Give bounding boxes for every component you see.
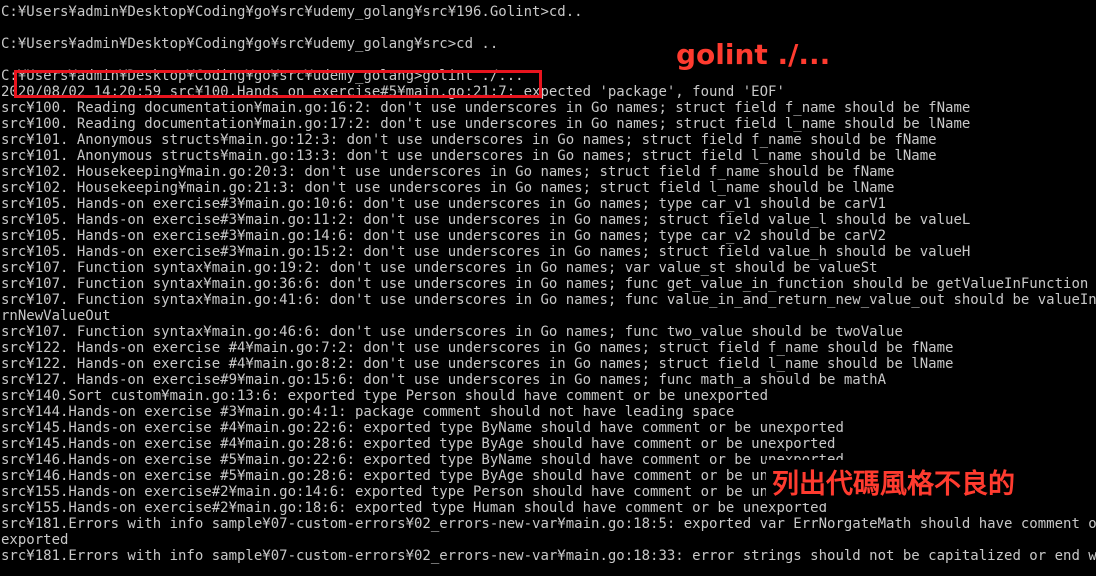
terminal-line: C:¥Users¥admin¥Desktop¥Coding¥go¥src¥ude… <box>1 36 499 52</box>
command-annotation-label: golint ./... <box>676 38 831 71</box>
terminal-line: src¥101. Anonymous structs¥main.go:12:3:… <box>1 132 937 148</box>
terminal-line: src¥100. Reading documentation¥main.go:1… <box>1 116 971 132</box>
terminal-line: src¥100. Reading documentation¥main.go:1… <box>1 100 971 116</box>
terminal-line: src¥145.Hands-on exercise #4¥main.go:28:… <box>1 436 836 452</box>
terminal-line: src¥105. Hands-on exercise#3¥main.go:14:… <box>1 228 887 244</box>
terminal-line: C:¥Users¥admin¥Desktop¥Coding¥go¥src¥ude… <box>1 4 583 20</box>
terminal-line: rnNewValueOut <box>1 308 111 324</box>
terminal-line: src¥122. Hands-on exercise #4¥main.go:7:… <box>1 340 954 356</box>
terminal-line: src¥107. Function syntax¥main.go:46:6: d… <box>1 324 903 340</box>
terminal-line: src¥107. Function syntax¥main.go:41:6: d… <box>1 292 1096 308</box>
terminal-line: src¥101. Anonymous structs¥main.go:13:3:… <box>1 148 937 164</box>
terminal-line: src¥105. Hands-on exercise#3¥main.go:10:… <box>1 196 887 212</box>
style-note-annotation-label: 列出代碼風格不良的 <box>766 460 1021 503</box>
terminal-line: src¥105. Hands-on exercise#3¥main.go:15:… <box>1 244 971 260</box>
terminal-line: src¥145.Hands-on exercise #4¥main.go:22:… <box>1 420 844 436</box>
terminal-line: src¥102. Housekeeping¥main.go:20:3: don'… <box>1 164 895 180</box>
terminal-line: exported <box>1 532 69 548</box>
terminal-line: src¥122. Hands-on exercise #4¥main.go:8:… <box>1 356 954 372</box>
terminal-line: src¥102. Housekeeping¥main.go:21:3: don'… <box>1 180 895 196</box>
terminal-line: src¥144.Hands-on exercise #3¥main.go:4:1… <box>1 404 735 420</box>
terminal-line: src¥127. Hands-on exercise#9¥main.go:15:… <box>1 372 887 388</box>
terminal-line: src¥181.Errors with info sample¥07-custo… <box>1 548 1096 564</box>
terminal-line: src¥140.Sort custom¥main.go:13:6: export… <box>1 388 769 404</box>
command-highlight-box <box>14 70 542 98</box>
terminal-line: src¥107. Function syntax¥main.go:36:6: d… <box>1 276 1089 292</box>
terminal-line: src¥107. Function syntax¥main.go:19:2: d… <box>1 260 878 276</box>
terminal-line: src¥181.Errors with info sample¥07-custo… <box>1 516 1096 532</box>
terminal-line: src¥105. Hands-on exercise#3¥main.go:11:… <box>1 212 971 228</box>
